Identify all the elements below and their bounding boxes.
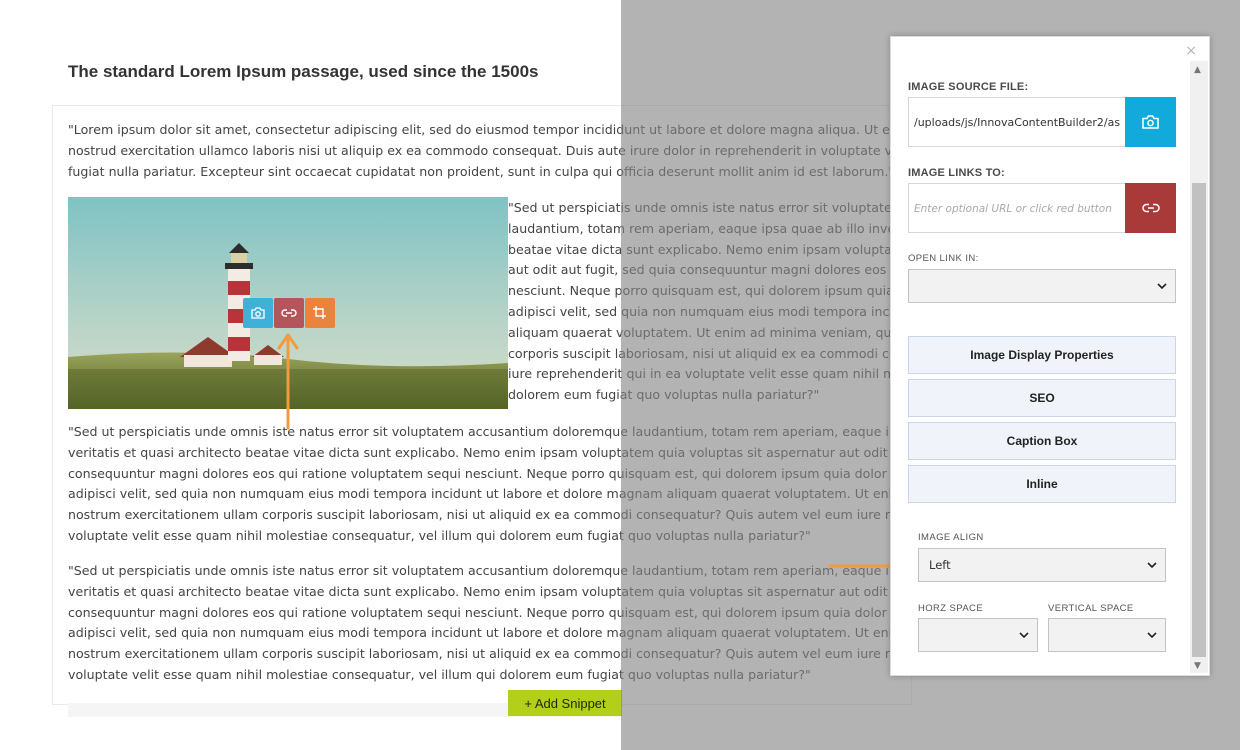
image-toolbar bbox=[243, 298, 335, 328]
link-select-button[interactable] bbox=[1125, 183, 1176, 233]
scroll-down-icon[interactable]: ▼ bbox=[1194, 661, 1201, 671]
link-icon bbox=[281, 309, 297, 317]
vertical-space-select[interactable] bbox=[1048, 618, 1166, 652]
image-source-label: IMAGE SOURCE FILE: bbox=[908, 81, 1029, 93]
image-display-properties-button[interactable]: Image Display Properties bbox=[908, 336, 1176, 374]
crop-button[interactable] bbox=[305, 298, 335, 328]
chevron-down-icon bbox=[1147, 562, 1157, 569]
image-select-button[interactable] bbox=[1125, 97, 1176, 147]
vertical-space-label: VERTICAL SPACE bbox=[1048, 603, 1134, 614]
image-source-input[interactable] bbox=[908, 97, 1126, 147]
image-align-label: IMAGE ALIGN bbox=[918, 532, 984, 543]
scroll-up-icon[interactable]: ▲ bbox=[1194, 65, 1201, 75]
link-button[interactable] bbox=[274, 298, 304, 328]
seo-button[interactable]: SEO bbox=[908, 379, 1176, 417]
chevron-down-icon bbox=[1157, 283, 1167, 290]
caption-box-button[interactable]: Caption Box bbox=[908, 422, 1176, 460]
open-link-label: OPEN LINK IN: bbox=[908, 253, 979, 264]
chevron-down-icon bbox=[1019, 632, 1029, 639]
image-align-value: Left bbox=[929, 558, 951, 572]
close-icon[interactable]: × bbox=[1185, 43, 1197, 59]
open-link-select[interactable] bbox=[908, 269, 1176, 303]
image-link-input[interactable] bbox=[908, 183, 1126, 233]
camera-icon bbox=[251, 307, 265, 319]
panel-scrollbar[interactable]: ▲ ▼ bbox=[1190, 61, 1208, 673]
horz-space-select[interactable] bbox=[918, 618, 1038, 652]
horz-space-label: HORZ SPACE bbox=[918, 603, 984, 614]
image-settings-panel: × IMAGE SOURCE FILE: IMAGE LINKS TO: OPE… bbox=[890, 36, 1210, 676]
link-icon bbox=[1141, 203, 1160, 213]
camera-button[interactable] bbox=[243, 298, 273, 328]
image-align-select[interactable]: Left bbox=[918, 548, 1166, 582]
inline-button[interactable]: Inline bbox=[908, 465, 1176, 503]
scroll-thumb[interactable] bbox=[1192, 183, 1206, 657]
page-title: The standard Lorem Ipsum passage, used s… bbox=[68, 62, 539, 81]
image-links-label: IMAGE LINKS TO: bbox=[908, 167, 1005, 179]
chevron-down-icon bbox=[1147, 632, 1157, 639]
add-snippet-button[interactable]: + Add Snippet bbox=[508, 690, 622, 716]
camera-icon bbox=[1142, 115, 1159, 129]
crop-icon bbox=[313, 306, 326, 319]
